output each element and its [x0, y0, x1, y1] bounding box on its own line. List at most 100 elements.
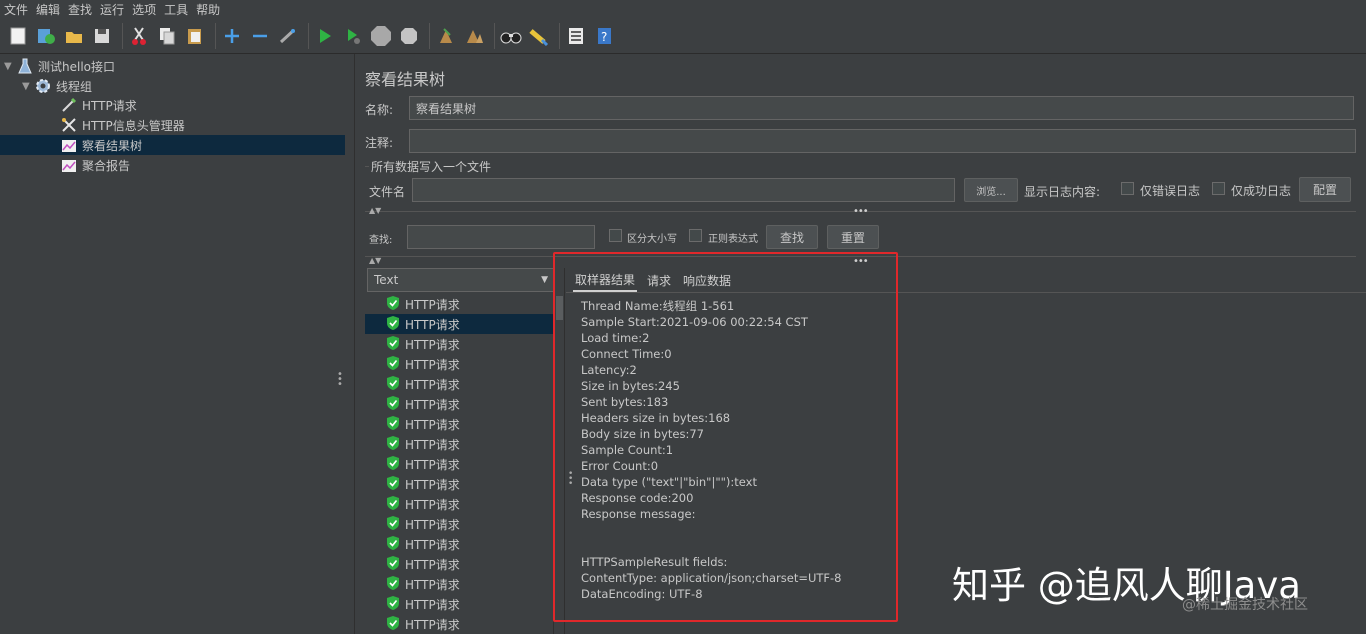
function-helper-icon[interactable] [564, 24, 588, 48]
find-button[interactable]: 查找 [766, 225, 818, 249]
sample-label: HTTP请求 [405, 317, 460, 332]
success-shield-icon [387, 395, 399, 413]
menu-help[interactable]: 帮助 [196, 1, 220, 18]
filename-input[interactable] [412, 178, 955, 202]
sample-label: HTTP请求 [405, 537, 460, 552]
new-icon[interactable] [6, 24, 30, 48]
sample-row[interactable]: HTTP请求 [365, 434, 553, 454]
pipette-icon [60, 96, 78, 114]
chevron-down-icon[interactable]: ▼ [22, 81, 34, 92]
sample-row[interactable]: HTTP请求 [365, 614, 553, 634]
menu-edit[interactable]: 编辑 [36, 1, 60, 18]
collapse-arrows-icon[interactable]: ▲▼ [369, 206, 381, 215]
menu-tools[interactable]: 工具 [164, 1, 188, 18]
sample-row[interactable]: HTTP请求 [365, 294, 553, 314]
paste-icon[interactable] [183, 24, 207, 48]
drag-handle-icon[interactable]: ••• [853, 206, 869, 217]
success-only-checkbox[interactable] [1212, 182, 1225, 195]
save-icon[interactable] [90, 24, 114, 48]
sample-row[interactable]: HTTP请求 [365, 474, 553, 494]
case-sensitive-label: 区分大小写 [627, 234, 677, 245]
sample-label: HTTP请求 [405, 557, 460, 572]
tree-item-http-request[interactable]: HTTP请求 [60, 95, 137, 115]
tree-item-aggregate-report[interactable]: 聚合报告 [60, 155, 130, 175]
sample-row[interactable]: HTTP请求 [365, 534, 553, 554]
filename-label: 文件名 [369, 185, 406, 199]
renderer-select[interactable]: Text ▼ [367, 268, 555, 292]
chevron-down-icon[interactable]: ▼ [541, 275, 548, 285]
regex-label: 正则表达式 [708, 234, 758, 245]
templates-icon[interactable] [34, 24, 58, 48]
copy-icon[interactable] [155, 24, 179, 48]
sample-row[interactable]: HTTP请求 [365, 554, 553, 574]
open-icon[interactable] [62, 24, 86, 48]
splitter-handle[interactable]: • • • [337, 370, 343, 390]
chart-icon [60, 156, 78, 174]
sample-row[interactable]: HTTP请求 [365, 374, 553, 394]
tree-item-label: 察看结果树 [82, 138, 143, 153]
chevron-down-icon[interactable]: ▼ [4, 61, 16, 72]
success-shield-icon [387, 535, 399, 553]
clear-all-icon[interactable] [462, 24, 486, 48]
shutdown-icon[interactable] [397, 24, 421, 48]
help-icon[interactable]: ? [592, 24, 616, 48]
tree-item-header-manager[interactable]: HTTP信息头管理器 [60, 115, 185, 135]
start-no-pause-icon[interactable] [341, 24, 365, 48]
config-button[interactable]: 配置 [1299, 177, 1351, 202]
success-shield-icon [387, 575, 399, 593]
sample-row[interactable]: HTTP请求 [365, 354, 553, 374]
reset-button[interactable]: 重置 [827, 225, 879, 249]
sample-row[interactable]: HTTP请求 [365, 334, 553, 354]
collapse-icon[interactable] [248, 24, 272, 48]
sample-row[interactable]: HTTP请求 [365, 454, 553, 474]
start-icon[interactable] [313, 24, 337, 48]
search-input[interactable] [407, 225, 595, 249]
menu-search[interactable]: 查找 [68, 1, 92, 18]
tree-thread-group[interactable]: ▼ 线程组 [22, 76, 92, 96]
sample-label: HTTP请求 [405, 457, 460, 472]
sample-row[interactable]: HTTP请求 [365, 314, 553, 334]
comment-input[interactable] [409, 129, 1356, 153]
tree-item-view-results-tree[interactable]: 察看结果树 [0, 135, 345, 155]
success-shield-icon [387, 415, 399, 433]
sample-label: HTTP请求 [405, 397, 460, 412]
success-shield-icon [387, 295, 399, 313]
menu-options[interactable]: 选项 [132, 1, 156, 18]
sample-row[interactable]: HTTP请求 [365, 414, 553, 434]
sample-row[interactable]: HTTP请求 [365, 574, 553, 594]
clear-icon[interactable] [434, 24, 458, 48]
comment-label: 注释: [365, 136, 394, 150]
menu-run[interactable]: 运行 [100, 1, 124, 18]
sample-row[interactable]: HTTP请求 [365, 394, 553, 414]
search-icon[interactable] [499, 24, 523, 48]
success-shield-icon [387, 455, 399, 473]
tree-root[interactable]: ▼ 测试hello接口 [4, 56, 115, 76]
sample-label: HTTP请求 [405, 617, 460, 632]
sample-row[interactable]: HTTP请求 [365, 514, 553, 534]
errors-only-checkbox[interactable] [1121, 182, 1134, 195]
reset-search-icon[interactable] [527, 24, 551, 48]
case-sensitive-checkbox[interactable] [609, 229, 622, 242]
success-shield-icon [387, 355, 399, 373]
sample-label: HTTP请求 [405, 497, 460, 512]
sample-label: HTTP请求 [405, 297, 460, 312]
name-label: 名称: [365, 103, 394, 117]
expand-icon[interactable] [220, 24, 244, 48]
menu-file[interactable]: 文件 [4, 1, 28, 18]
success-shield-icon [387, 595, 399, 613]
regex-checkbox[interactable] [689, 229, 702, 242]
menu-bar: 文件 编辑 查找 运行 选项 工具 帮助 [0, 0, 1366, 18]
sample-row[interactable]: HTTP请求 [365, 494, 553, 514]
sample-list: HTTP请求 HTTP请求 HTTP请求 HTTP请求 HTTP请求 HTTP请求 HTTP… [365, 294, 553, 634]
collapse-arrows-icon[interactable]: ▲▼ [369, 256, 381, 265]
name-input[interactable] [409, 96, 1354, 120]
cut-icon[interactable] [127, 24, 151, 48]
errors-only-label: 仅错误日志 [1140, 184, 1201, 198]
toggle-icon[interactable] [276, 24, 300, 48]
sample-row[interactable]: HTTP请求 [365, 594, 553, 614]
success-shield-icon [387, 315, 399, 333]
browse-button[interactable]: 浏览... [964, 178, 1018, 202]
splitter[interactable]: • • • [337, 54, 355, 634]
stop-icon[interactable] [369, 24, 393, 48]
sample-label: HTTP请求 [405, 437, 460, 452]
